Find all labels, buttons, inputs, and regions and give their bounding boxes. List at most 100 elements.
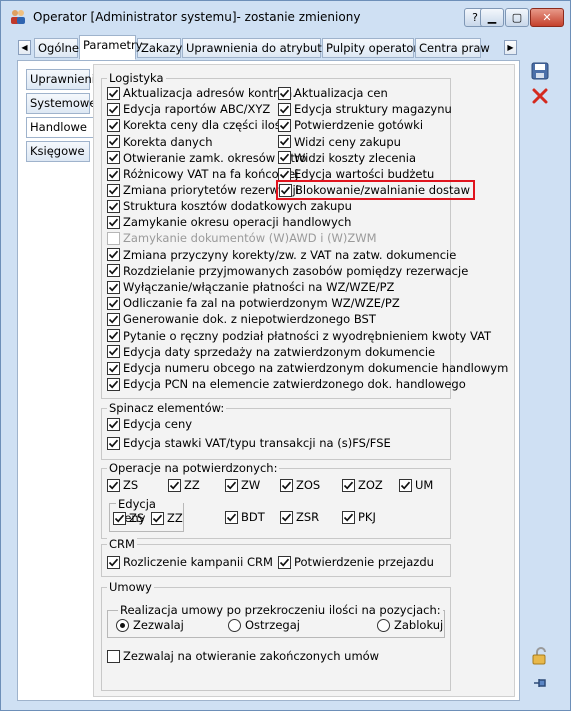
checkmark-icon xyxy=(107,135,120,149)
checkmark-icon xyxy=(107,329,120,343)
checkbox-edycja-numeru-obcego-na-zatwierdzonym-dokumencie-handlowym[interactable]: Edycja numeru obcego na zatwierdzonym do… xyxy=(107,360,508,376)
checkbox-label: Rozdzielanie przyjmowanych zasobów pomię… xyxy=(123,263,469,278)
checkbox-zoz[interactable]: ZOZ xyxy=(342,477,383,493)
minimize-button[interactable]: ▁ xyxy=(480,8,504,27)
checkmark-icon xyxy=(107,248,120,262)
tabs-scroll-right[interactable]: ▶ xyxy=(504,40,517,55)
logistyka-group: Logistyka Aktualizacja adresów kontrah. E… xyxy=(101,71,508,399)
checkmark-icon xyxy=(278,118,291,132)
close-button[interactable]: ✕ xyxy=(530,8,564,27)
checkbox-widzi-koszty-zlecenia[interactable]: Widzi koszty zlecenia xyxy=(278,150,416,166)
checkbox-label: Edycja ceny xyxy=(123,417,193,431)
checkmark-icon xyxy=(278,102,291,116)
crm-group: CRM Rozliczenie kampanii CRM Potwierdzeni… xyxy=(101,537,451,577)
checkbox-label: Korekta ceny dla części ilości xyxy=(123,118,291,133)
title-bar[interactable]: Operator [Administrator systemu]- zostan… xyxy=(1,1,570,33)
checkmark-icon xyxy=(107,296,120,310)
checkbox-pkj[interactable]: PKJ xyxy=(342,509,376,525)
checkbox-zamykanie-okresu-operacji-handlowych[interactable]: Zamykanie okresu operacji handlowych xyxy=(107,214,351,230)
checkbox-edycja-wartosci-budzetu[interactable]: Edycja wartości budżetu xyxy=(278,166,434,182)
radio-zezwalaj[interactable]: Zezwalaj xyxy=(116,617,184,633)
checkbox-label: Generowanie dok. z niepotwierdzonego BST xyxy=(123,312,376,327)
delete-icon xyxy=(531,87,549,108)
checkbox-label: Blokowanie/zwalnianie dostaw xyxy=(295,183,471,198)
checkmark-icon xyxy=(225,510,238,524)
tab-zakazy[interactable]: Zakazy xyxy=(137,38,182,58)
checkbox-edycja-daty-sprzedazy-na-zatwierdzonym-dokumencie[interactable]: Edycja daty sprzedaży na zatwierdzonym d… xyxy=(107,344,435,360)
checkmark-icon xyxy=(280,478,293,492)
checkbox-zz[interactable]: ZZ xyxy=(168,477,200,493)
checkbox-zos[interactable]: ZOS xyxy=(280,477,320,493)
checkbox-zs[interactable]: ZS xyxy=(107,477,138,493)
radio-ostrzegaj[interactable]: Ostrzegaj xyxy=(228,617,300,633)
checkbox-zezwalaj-na-otwieranie-zakonczonych-umow[interactable]: Zezwalaj na otwieranie zakończonych umów xyxy=(107,648,379,664)
tab-pulpity-operatora[interactable]: Pulpity operatora xyxy=(322,38,425,58)
checkbox-zs[interactable]: ZS xyxy=(113,510,144,526)
checkbox-aktualizacja-adresow-kontrah[interactable]: Aktualizacja adresów kontrah. xyxy=(107,85,296,101)
lock-button[interactable] xyxy=(529,646,551,668)
checkbox-label: ZZ xyxy=(184,478,200,492)
checkbox-widzi-ceny-zakupu[interactable]: Widzi ceny zakupu xyxy=(278,134,401,150)
checkbox-zsr[interactable]: ZSR xyxy=(280,509,319,525)
checkbox-rozliczenie-kampanii-crm[interactable]: Rozliczenie kampanii CRM xyxy=(107,554,273,570)
checkbox-edycja-stawki-vat-typu-transakcji-na-s-fs-fse[interactable]: Edycja stawki VAT/typu transakcji na (s)… xyxy=(107,435,391,451)
handlowe-panel: Logistyka Aktualizacja adresów kontrah. E… xyxy=(93,64,515,697)
umowy-group: Umowy Realizacja umowy po przekroczeniu … xyxy=(101,580,451,691)
checkbox-otwieranie-zamk-okresow-retro[interactable]: Otwieranie zamk. okresów retro xyxy=(107,150,306,166)
radio-label: Zablokuj xyxy=(394,618,444,632)
checkmark-icon xyxy=(278,555,291,569)
radio-circle xyxy=(377,618,390,632)
checkmark-icon xyxy=(107,555,120,569)
tab-parametry[interactable]: Parametry xyxy=(79,35,143,60)
side-tab-ksiegowe[interactable]: Księgowe xyxy=(26,141,90,162)
tab-centra-praw[interactable]: Centra praw xyxy=(415,38,490,58)
checkbox-label: Widzi ceny zakupu xyxy=(294,134,401,149)
checkbox-odliczanie-fa-zal-na-potwierdzonym-wz-wze-pz[interactable]: Odliczanie fa zal na potwierdzonym WZ/WZ… xyxy=(107,295,400,311)
checkbox-zamykanie-dokumentow-w-awd-i-w-zwm: Zamykanie dokumentów (W)AWD i (W)ZWM xyxy=(107,230,377,246)
save-button[interactable] xyxy=(529,61,551,83)
tab-uprawnienia-atrybutow[interactable]: Uprawnienia do atrybutów xyxy=(182,38,338,58)
checkbox-label: Edycja raportów ABC/XYZ xyxy=(123,102,271,117)
checkbox-label: Potwierdzenie gotówki xyxy=(294,118,424,133)
checkbox-edycja-pcn-na-elemencie-zatwierdzonego-dok-handlowego[interactable]: Edycja PCN na elemencie zatwierdzonego d… xyxy=(107,376,466,392)
checkbox-generowanie-dok-z-niepotwierdzonego-bst[interactable]: Generowanie dok. z niepotwierdzonego BST xyxy=(107,311,376,327)
checkbox-edycja-raportow-abc-xyz[interactable]: Edycja raportów ABC/XYZ xyxy=(107,101,270,117)
operator-window: Operator [Administrator systemu]- zostan… xyxy=(0,0,571,711)
checkbox-struktura-kosztow-dodatkowych-zakupu[interactable]: Struktura kosztów dodatkowych zakupu xyxy=(107,198,352,214)
checkbox-edycja-ceny[interactable]: Edycja ceny xyxy=(107,416,192,432)
checkbox-edycja-struktury-magazynu[interactable]: Edycja struktury magazynu xyxy=(278,101,452,117)
checkbox-potwierdzenie-gotowki[interactable]: Potwierdzenie gotówki xyxy=(278,117,423,133)
checkbox-zw[interactable]: ZW xyxy=(225,477,260,493)
checkmark-icon xyxy=(107,280,120,294)
checkbox-potwierdzenie-przejazdu[interactable]: Potwierdzenie przejazdu xyxy=(278,554,434,570)
side-tab-systemowe[interactable]: Systemowe xyxy=(26,93,96,114)
checkbox-wylaczanie-wlaczanie-platnosci-na-wz-wze-pz[interactable]: Wyłączanie/włączanie płatności na WZ/WZE… xyxy=(107,279,394,295)
side-tab-handlowe[interactable]: Handlowe xyxy=(26,117,94,138)
checkbox-rozdzielanie-przyjmowanych-zasobow-pomiedzy-rezerwacje[interactable]: Rozdzielanie przyjmowanych zasobów pomię… xyxy=(107,263,468,279)
checkbox-blokowanie-zwalnianie-dostaw[interactable]: Blokowanie/zwalnianie dostaw xyxy=(275,180,476,201)
checkbox-label: Zamykanie okresu operacji handlowych xyxy=(123,215,352,230)
checkbox-um[interactable]: UM xyxy=(399,477,433,493)
lock-icon xyxy=(530,646,550,669)
side-tab-uprawnienia[interactable]: Uprawnienia xyxy=(26,69,102,90)
checkbox-aktualizacja-cen[interactable]: Aktualizacja cen xyxy=(278,85,388,101)
checkbox-bdt[interactable]: BDT xyxy=(225,509,265,525)
tab-ogolne[interactable]: Ogólne xyxy=(34,38,79,58)
checkbox-pytanie-o-reczny-podzial-platnosci-z-wyodrebnieniem-kwoty-vat[interactable]: Pytanie o ręczny podział płatności z wyo… xyxy=(107,328,491,344)
maximize-button[interactable]: ▢ xyxy=(505,8,529,27)
checkbox-zmiana-przyczyny-korekty-zw-z-vat-na-zatw-dokumencie[interactable]: Zmiana przyczyny korekty/zw. z VAT na za… xyxy=(107,247,456,263)
pin-button[interactable] xyxy=(529,673,551,695)
checkmark-icon xyxy=(113,511,126,525)
checkbox-label: Korekta danych xyxy=(123,134,213,149)
checkbox-korekta-danych[interactable]: Korekta danych xyxy=(107,134,212,150)
checkbox-zz[interactable]: ZZ xyxy=(151,510,183,526)
checkbox-korekta-ceny-dla-czesci-ilosci[interactable]: Korekta ceny dla części ilości xyxy=(107,117,290,133)
checkbox-roznicowy-vat-na-fa-koncowej[interactable]: Różnicowy VAT na fa końcowej xyxy=(107,166,298,182)
checkbox-label: Struktura kosztów dodatkowych zakupu xyxy=(123,199,352,213)
spinacz-group: Spinacz elementów: Edycja ceny Edycja sta… xyxy=(101,401,451,460)
delete-button[interactable] xyxy=(529,86,551,108)
tabs-scroll-left[interactable]: ◀ xyxy=(18,40,31,55)
checkmark-icon xyxy=(107,167,120,181)
radio-zablokuj[interactable]: Zablokuj xyxy=(377,617,443,633)
checkbox-zmiana-priorytetow-rezerwacji[interactable]: Zmiana priorytetów rezerwacji xyxy=(107,182,299,198)
